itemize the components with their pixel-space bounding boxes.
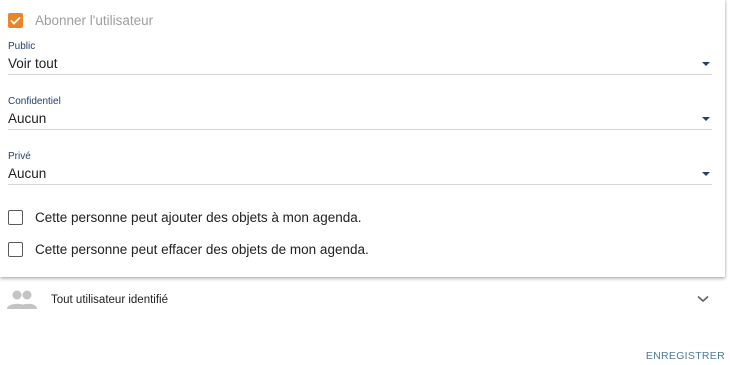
people-icon	[7, 290, 37, 309]
dropdown-caret-icon	[702, 172, 710, 176]
public-field: Public Voir tout	[8, 41, 712, 75]
subscribe-user-option[interactable]: Abonner l'utilisateur	[8, 13, 153, 28]
private-select[interactable]: Aucun	[8, 165, 712, 185]
can-delete-label: Cette personne peut effacer des objets d…	[35, 242, 369, 257]
chevron-down-icon[interactable]	[697, 295, 709, 303]
can-add-checkbox[interactable]	[8, 210, 23, 225]
can-delete-checkbox[interactable]	[8, 242, 23, 257]
group-label: Tout utilisateur identifié	[51, 294, 168, 306]
group-row-authenticated-users[interactable]: Tout utilisateur identifié	[0, 287, 725, 315]
confidential-label: Confidentiel	[8, 96, 61, 107]
subscribe-label: Abonner l'utilisateur	[35, 13, 154, 28]
can-add-label: Cette personne peut ajouter des objets à…	[35, 210, 362, 225]
private-field: Privé Aucun	[8, 151, 712, 185]
can-delete-option[interactable]: Cette personne peut effacer des objets d…	[8, 242, 369, 257]
permissions-card: Abonner l'utilisateur Public Voir tout C…	[0, 0, 725, 277]
subscribe-checkbox[interactable]	[8, 13, 23, 28]
confidential-value: Aucun	[8, 111, 47, 126]
confidential-field: Confidentiel Aucun	[8, 96, 712, 130]
private-label: Privé	[8, 151, 31, 162]
confidential-select[interactable]: Aucun	[8, 110, 712, 130]
can-add-option[interactable]: Cette personne peut ajouter des objets à…	[8, 210, 361, 225]
public-label: Public	[8, 41, 36, 52]
public-select[interactable]: Voir tout	[8, 55, 712, 75]
public-value: Voir tout	[8, 56, 58, 71]
dropdown-caret-icon	[702, 62, 710, 66]
checkmark-icon	[10, 16, 21, 25]
private-value: Aucun	[8, 166, 47, 181]
dropdown-caret-icon	[702, 117, 710, 121]
save-button[interactable]: ENREGISTRER	[646, 350, 725, 362]
